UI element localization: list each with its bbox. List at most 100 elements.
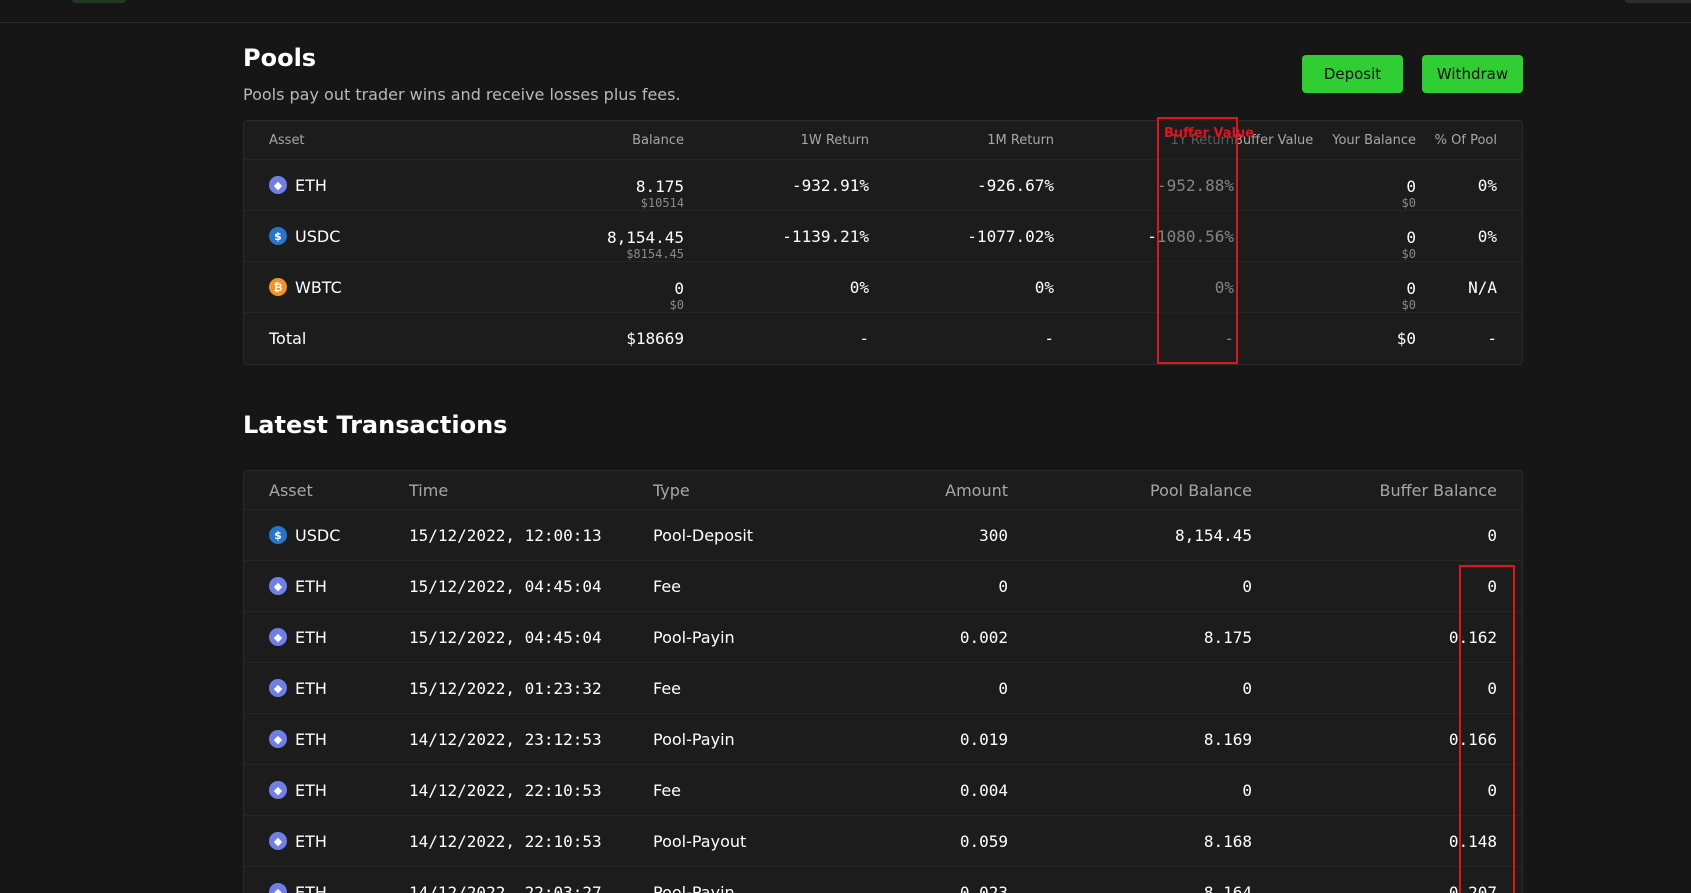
deposit-button[interactable]: Deposit bbox=[1302, 55, 1403, 93]
pool-balance-cell: 0 bbox=[1242, 576, 1252, 596]
pool-balance-cell: 8,154.45 bbox=[1174, 525, 1252, 545]
asset-cell: ◆ ETH bbox=[269, 714, 327, 764]
asset-name: ETH bbox=[295, 831, 327, 851]
col-asset: Asset bbox=[269, 480, 313, 500]
return-1m: 0% bbox=[1034, 277, 1054, 297]
your-balance-value: 0 bbox=[1406, 279, 1416, 298]
asset-cell: ◆ ETH bbox=[269, 612, 327, 662]
asset-name: WBTC bbox=[295, 277, 342, 297]
return-1w: -1139.21% bbox=[782, 226, 869, 246]
balance-usd: $8154.45 bbox=[626, 247, 684, 261]
your-balance-cell: 0 $0 bbox=[1304, 262, 1416, 313]
type-cell: Pool-Payin bbox=[653, 729, 735, 749]
table-row[interactable]: ◆ ETH 14/12/2022, 22:10:53 Fee 0.004 0 0 bbox=[244, 765, 1522, 816]
pool-balance-cell: 8.175 bbox=[1203, 627, 1252, 647]
logo[interactable] bbox=[72, 0, 126, 3]
total-your-balance: $0 bbox=[1396, 329, 1416, 348]
time-cell: 15/12/2022, 12:00:13 bbox=[409, 525, 602, 545]
your-balance-usd: $0 bbox=[1401, 298, 1416, 312]
pool-row-usdc[interactable]: $ USDC 8,154.45 $8154.45 -1139.21% -1077… bbox=[244, 211, 1522, 262]
time-cell: 15/12/2022, 01:23:32 bbox=[409, 678, 602, 698]
eth-icon: ◆ bbox=[269, 679, 287, 697]
buffer-value-annotation-box bbox=[1157, 117, 1238, 364]
pool-balance-cell: 8.169 bbox=[1203, 729, 1252, 749]
table-row[interactable]: $ USDC 15/12/2022, 12:00:13 Pool-Deposit… bbox=[244, 510, 1522, 561]
table-row[interactable]: ◆ ETH 15/12/2022, 04:45:04 Pool-Payin 0.… bbox=[244, 612, 1522, 663]
eth-icon: ◆ bbox=[269, 176, 287, 194]
total-pct: - bbox=[1487, 329, 1497, 348]
return-1m: -926.67% bbox=[976, 175, 1054, 195]
your-balance-value: 0 bbox=[1406, 177, 1416, 196]
your-balance-usd: $0 bbox=[1401, 196, 1416, 210]
amount-cell: 0 bbox=[998, 678, 1008, 698]
pct-of-pool: N/A bbox=[1468, 277, 1497, 297]
balance-value: 8,154.45 bbox=[606, 228, 684, 247]
transactions-table: Asset Time Type Amount Pool Balance Buff… bbox=[243, 470, 1523, 893]
col-type: Type bbox=[653, 480, 690, 500]
transactions-title: Latest Transactions bbox=[243, 411, 508, 439]
type-cell: Pool-Payout bbox=[653, 831, 747, 851]
table-row[interactable]: ◆ ETH 15/12/2022, 04:45:04 Fee 0 0 0 bbox=[244, 561, 1522, 612]
table-row[interactable]: ◆ ETH 14/12/2022, 22:10:53 Pool-Payout 0… bbox=[244, 816, 1522, 867]
time-cell: 15/12/2022, 04:45:04 bbox=[409, 576, 602, 596]
time-cell: 14/12/2022, 22:10:53 bbox=[409, 780, 602, 800]
time-cell: 14/12/2022, 22:03:27 bbox=[409, 882, 602, 893]
buffer-value-annotation-label: Buffer Value bbox=[1164, 126, 1255, 141]
col-1w-return: 1W Return bbox=[800, 132, 869, 148]
amount-cell: 0.019 bbox=[959, 729, 1008, 749]
eth-icon: ◆ bbox=[269, 832, 287, 850]
table-row[interactable]: ◆ ETH 15/12/2022, 01:23:32 Fee 0 0 0 bbox=[244, 663, 1522, 714]
col-buffer-balance: Buffer Balance bbox=[1379, 480, 1497, 500]
asset-name: USDC bbox=[295, 525, 341, 545]
your-balance-cell: 0 $0 bbox=[1304, 211, 1416, 262]
asset-name: USDC bbox=[295, 226, 341, 246]
table-row[interactable]: ◆ ETH 14/12/2022, 22:03:27 Pool-Payin 0.… bbox=[244, 867, 1522, 893]
table-row[interactable]: ◆ ETH 14/12/2022, 23:12:53 Pool-Payin 0.… bbox=[244, 714, 1522, 765]
balance-cell: 8.175 $10514 bbox=[544, 160, 684, 211]
your-balance-usd: $0 bbox=[1401, 247, 1416, 261]
amount-cell: 300 bbox=[979, 525, 1008, 545]
col-asset: Asset bbox=[269, 132, 305, 148]
pool-row-eth[interactable]: ◆ ETH 8.175 $10514 -932.91% -926.67% -95… bbox=[244, 160, 1522, 211]
pools-table: Asset Balance 1W Return 1M Return 1Y Ret… bbox=[243, 120, 1523, 365]
return-1w: -932.91% bbox=[791, 175, 869, 195]
eth-icon: ◆ bbox=[269, 730, 287, 748]
pools-title: Pools bbox=[243, 44, 317, 72]
time-cell: 14/12/2022, 22:10:53 bbox=[409, 831, 602, 851]
account-button[interactable] bbox=[1625, 0, 1691, 3]
asset-cell: ◆ ETH bbox=[269, 816, 327, 866]
wbtc-icon: ₿ bbox=[269, 278, 287, 296]
withdraw-button[interactable]: Withdraw bbox=[1422, 55, 1523, 93]
usdc-icon: $ bbox=[269, 526, 287, 544]
amount-cell: 0.002 bbox=[959, 627, 1008, 647]
total-1m: - bbox=[1044, 329, 1054, 348]
asset-cell: ◆ ETH bbox=[269, 561, 327, 611]
type-cell: Fee bbox=[653, 576, 682, 596]
asset-name: ETH bbox=[295, 678, 327, 698]
asset-cell: ◆ ETH bbox=[269, 867, 327, 893]
type-cell: Pool-Payin bbox=[653, 627, 735, 647]
asset-name: ETH bbox=[295, 882, 327, 893]
pct-of-pool: 0% bbox=[1477, 226, 1497, 246]
balance-value: 8.175 bbox=[635, 177, 684, 196]
pools-table-header: Asset Balance 1W Return 1M Return 1Y Ret… bbox=[244, 121, 1522, 160]
eth-icon: ◆ bbox=[269, 883, 287, 893]
asset-name: ETH bbox=[295, 576, 327, 596]
amount-cell: 0.004 bbox=[959, 780, 1008, 800]
eth-icon: ◆ bbox=[269, 781, 287, 799]
top-nav-bar bbox=[0, 0, 1691, 23]
balance-value: 0 bbox=[674, 279, 684, 298]
amount-cell: 0.023 bbox=[959, 882, 1008, 893]
total-balance: $18669 bbox=[626, 329, 684, 348]
amount-cell: 0 bbox=[998, 576, 1008, 596]
eth-icon: ◆ bbox=[269, 577, 287, 595]
asset-name: ETH bbox=[295, 175, 327, 195]
pool-balance-cell: 0 bbox=[1242, 678, 1252, 698]
balance-usd: $10514 bbox=[640, 196, 684, 210]
eth-icon: ◆ bbox=[269, 628, 287, 646]
pool-row-wbtc[interactable]: ₿ WBTC 0 $0 0% 0% 0% 0 $0 N/A bbox=[244, 262, 1522, 313]
pool-balance-cell: 0 bbox=[1242, 780, 1252, 800]
pool-balance-cell: 8.164 bbox=[1203, 882, 1252, 893]
asset-name: ETH bbox=[295, 627, 327, 647]
type-cell: Fee bbox=[653, 678, 682, 698]
